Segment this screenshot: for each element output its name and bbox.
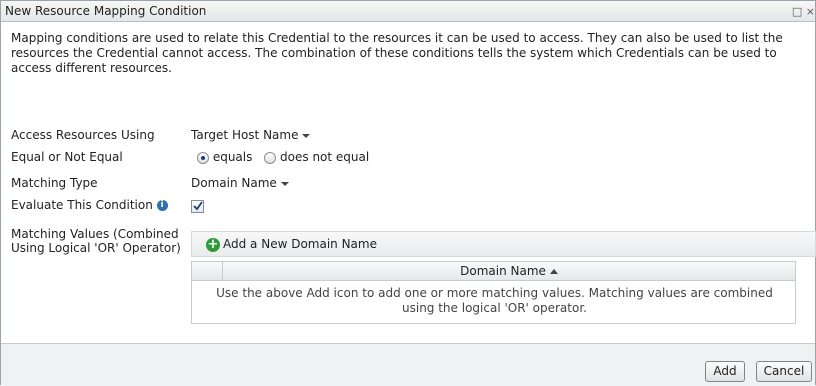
access-resources-value: Target Host Name xyxy=(191,128,299,142)
dialog-footer: Add Cancel xyxy=(1,343,815,386)
access-resources-label: Access Resources Using xyxy=(11,128,155,142)
dialog-description: Mapping conditions are used to relate th… xyxy=(11,31,783,75)
does-not-equal-radio-label[interactable]: does not equal xyxy=(280,150,369,164)
caret-down-icon xyxy=(302,133,311,138)
equals-radio-label[interactable]: equals xyxy=(213,150,253,164)
resource-mapping-dialog: New Resource Mapping Condition □ × Mappi… xyxy=(0,0,816,386)
matching-values-grid: Domain Name Use the above Add icon to ad… xyxy=(191,261,796,324)
equal-or-not-equal-label: Equal or Not Equal xyxy=(11,150,123,164)
evaluate-condition-label: Evaluate This Condition xyxy=(11,198,153,212)
grid-empty-message: Use the above Add icon to add one or mor… xyxy=(216,286,773,315)
grid-header: Domain Name xyxy=(192,262,795,281)
dialog-title: New Resource Mapping Condition xyxy=(5,4,207,18)
equality-radio-group: equals does not equal xyxy=(197,150,369,164)
does-not-equal-radio[interactable] xyxy=(264,151,277,164)
titlebar-controls: □ × xyxy=(792,5,815,18)
domain-name-column-header[interactable]: Domain Name xyxy=(223,264,795,278)
matching-type-dropdown[interactable]: Domain Name xyxy=(191,176,289,190)
cancel-button[interactable]: Cancel xyxy=(756,361,812,382)
access-resources-dropdown[interactable]: Target Host Name xyxy=(191,128,311,142)
dialog-titlebar[interactable]: New Resource Mapping Condition □ × xyxy=(1,1,815,22)
add-domain-name-button[interactable]: + Add a New Domain Name xyxy=(206,237,377,252)
add-domain-name-label: Add a New Domain Name xyxy=(223,237,377,251)
plus-circle-icon: + xyxy=(206,236,220,252)
domain-name-column-label: Domain Name xyxy=(460,264,546,278)
matching-values-label: Matching Values (Combined Using Logical … xyxy=(11,227,181,255)
matching-type-value: Domain Name xyxy=(191,176,277,190)
add-button[interactable]: Add xyxy=(705,361,745,382)
add-value-toolbar: + Add a New Domain Name xyxy=(191,231,816,257)
evaluate-condition-row: Evaluate This Condition i xyxy=(11,198,168,212)
sort-ascending-icon xyxy=(549,269,558,274)
maximize-icon[interactable]: □ xyxy=(792,5,802,18)
close-icon[interactable]: × xyxy=(806,5,815,18)
caret-down-icon xyxy=(280,181,289,186)
matching-type-label: Matching Type xyxy=(11,176,98,190)
evaluate-condition-checkbox[interactable] xyxy=(191,200,204,213)
checkmark-icon xyxy=(193,201,203,211)
info-icon[interactable]: i xyxy=(156,200,168,211)
grid-select-column[interactable] xyxy=(192,262,223,280)
equals-radio[interactable] xyxy=(197,151,209,164)
